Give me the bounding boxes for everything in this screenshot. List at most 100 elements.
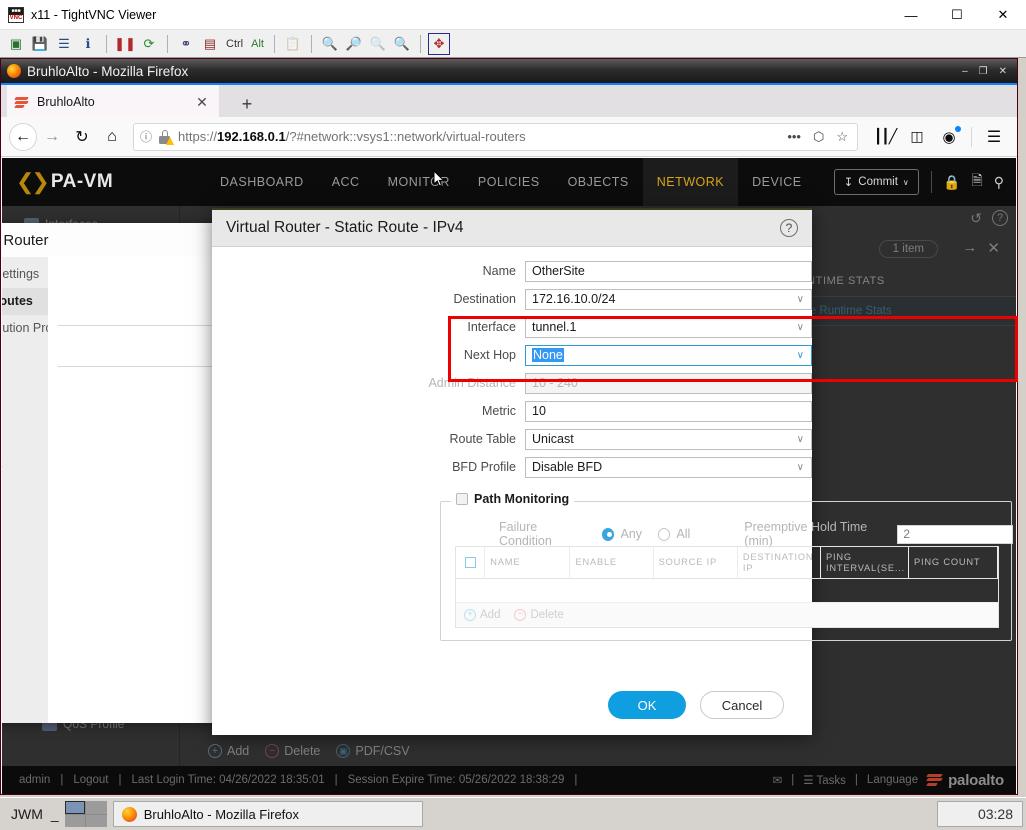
firefox-maximize-button[interactable]: ❐ <box>979 66 988 77</box>
forward-button[interactable]: → <box>37 122 67 152</box>
zoom-auto-icon[interactable]: 🔍 <box>391 33 413 55</box>
sidebar-icon[interactable]: ◫ <box>902 122 932 152</box>
page-actions-icon[interactable]: ••• <box>784 129 804 144</box>
vnc-close-button[interactable]: ✕ <box>980 0 1026 30</box>
library-icon[interactable]: ┃┃╱ <box>870 122 900 152</box>
home-button[interactable]: ⌂ <box>97 122 127 152</box>
zoom-100-icon[interactable]: 🔍 <box>367 33 389 55</box>
nav-tab-network[interactable]: NETWORK <box>642 158 739 206</box>
pm-delete-button[interactable]: − Delete <box>514 609 564 621</box>
metric-input[interactable]: 10 <box>525 400 812 422</box>
insecure-lock-icon[interactable] <box>158 129 175 145</box>
pause-icon[interactable]: ❚❚ <box>114 33 136 55</box>
firefox-minimize-button[interactable]: – <box>962 66 968 77</box>
zoom-out-icon[interactable]: 🔎 <box>343 33 365 55</box>
vnc-minimize-button[interactable]: — <box>888 0 934 30</box>
column-header-ping-count[interactable]: PING COUNT <box>909 547 998 578</box>
vr-nav-bgp[interactable]: BGP <box>2 423 48 450</box>
page-info-icon[interactable]: ⓘ <box>140 128 152 145</box>
nav-tab-acc[interactable]: ACC <box>318 158 374 206</box>
column-header-source-ip[interactable]: SOURCE IP <box>654 547 738 578</box>
commit-button[interactable]: ↧ Commit ∨ <box>833 169 919 195</box>
url-bar[interactable]: ⓘ https://192.168.0.1/?#network::vsys1::… <box>133 122 858 151</box>
chevron-down-icon[interactable]: ∨ <box>797 294 804 305</box>
vr-nav-redistribution-profile[interactable]: Redistribution Profile <box>2 315 68 342</box>
chevron-down-icon[interactable]: ∨ <box>797 462 804 473</box>
back-button[interactable]: ← <box>9 122 37 151</box>
bookmark-star-icon[interactable]: ☆ <box>833 129 851 145</box>
bfd-profile-select[interactable]: Disable BFD ∨ <box>525 456 812 478</box>
save-session-icon[interactable]: 💾 <box>29 33 51 55</box>
close-tab-icon[interactable]: ✕ <box>193 94 211 111</box>
vnc-maximize-button[interactable]: ☐ <box>934 0 980 30</box>
vr-nav-rip[interactable]: RIP <box>2 342 48 369</box>
path-monitoring-legend[interactable]: Path Monitoring <box>451 492 575 506</box>
nav-tab-dashboard[interactable]: DASHBOARD <box>206 158 318 206</box>
nav-tab-policies[interactable]: POLICIES <box>464 158 554 206</box>
firefox-close-button[interactable]: ✕ <box>999 66 1007 77</box>
ctrl-key-button[interactable]: Ctrl <box>223 38 246 50</box>
new-connection-icon[interactable]: ▣ <box>5 33 27 55</box>
new-tab-button[interactable]: + <box>233 91 261 117</box>
workspace-4[interactable] <box>86 814 107 827</box>
app-menu-button[interactable]: ☰ <box>979 122 1009 152</box>
zoom-in-icon[interactable]: 🔍 <box>319 33 341 55</box>
preemptive-hold-time-input[interactable]: 2 <box>897 524 1014 544</box>
chevron-down-icon[interactable]: ∨ <box>797 322 804 333</box>
connection-info-icon[interactable]: ℹ <box>77 33 99 55</box>
search-icon[interactable]: ⚲ <box>994 174 1004 191</box>
chevron-down-icon[interactable]: ∨ <box>797 434 804 445</box>
connection-options-icon[interactable]: ☰ <box>53 33 75 55</box>
failure-condition-all-radio[interactable] <box>658 527 671 541</box>
workspace-2[interactable] <box>86 801 107 814</box>
interface-select[interactable]: tunnel.1 ∨ <box>525 316 812 338</box>
fullscreen-icon[interactable]: ✥ <box>427 32 450 55</box>
route-table-select[interactable]: Unicast ∨ <box>525 428 812 450</box>
admin-distance-input[interactable]: 10 - 240 <box>525 372 812 394</box>
vr-nav-router-settings[interactable]: Router Settings <box>2 261 48 288</box>
vr-nav-static-routes[interactable]: Static Routes <box>2 288 48 315</box>
vr-nav-ospfv3[interactable]: OSPFv3 <box>2 396 48 423</box>
nav-tab-device[interactable]: DEVICE <box>738 158 816 206</box>
workspace-pager[interactable] <box>64 801 107 827</box>
alt-key-button[interactable]: Alt <box>248 38 267 50</box>
workspace-1[interactable] <box>64 801 86 814</box>
column-header-ping-interval[interactable]: PING INTERVAL(SE... <box>821 547 910 578</box>
column-header-enable[interactable]: ENABLE <box>570 547 654 578</box>
column-header-destination-ip[interactable]: DESTINATION IP <box>738 547 822 578</box>
pm-add-button[interactable]: + Add <box>464 609 500 621</box>
select-all-cell[interactable] <box>456 547 486 578</box>
jwm-menu-button[interactable]: JWM <box>3 806 51 822</box>
select-all-checkbox[interactable] <box>464 557 476 568</box>
vr-nav-multicast[interactable]: Multicast <box>2 450 48 477</box>
tasks-button[interactable]: ☰ Tasks <box>803 773 846 787</box>
pocket-icon[interactable]: ⬡ <box>810 129 827 145</box>
nav-tab-monitor[interactable]: MONITOR <box>374 158 464 206</box>
mail-icon[interactable]: ✉ <box>773 773 783 787</box>
cancel-button[interactable]: Cancel <box>700 691 784 719</box>
chevron-down-icon[interactable]: ∨ <box>797 350 804 361</box>
path-monitoring-checkbox[interactable] <box>456 493 468 505</box>
send-ctrl-alt-del-icon[interactable]: ⚭ <box>175 33 197 55</box>
jwm-minimize-all-button[interactable]: _ <box>51 806 65 822</box>
browser-tab[interactable]: BruhloAlto ✕ <box>7 85 219 119</box>
vr-nav-ospf[interactable]: OSPF <box>2 369 48 396</box>
reload-button[interactable]: ↻ <box>67 122 97 152</box>
help-icon[interactable]: ? <box>780 219 798 237</box>
clipboard-icon[interactable]: 📋 <box>282 33 304 55</box>
logout-link[interactable]: Logout <box>68 774 113 786</box>
column-header-name[interactable]: NAME <box>485 547 571 578</box>
failure-condition-any-radio[interactable] <box>602 527 615 541</box>
nav-tab-objects[interactable]: OBJECTS <box>554 158 643 206</box>
config-save-icon[interactable]: 🗎 <box>971 170 982 194</box>
language-button[interactable]: Language <box>867 774 918 786</box>
ok-button[interactable]: OK <box>608 691 686 719</box>
send-keys-icon[interactable]: ▤ <box>199 33 221 55</box>
refresh-icon[interactable]: ⟳ <box>138 33 160 55</box>
workspace-3[interactable] <box>64 814 86 827</box>
name-input[interactable]: OtherSite <box>525 260 812 282</box>
taskbar-window-button[interactable]: BruhloAlto - Mozilla Firefox <box>112 801 423 827</box>
config-lock-icon[interactable]: 🔒 <box>943 174 960 191</box>
next-hop-select[interactable]: None ∨ <box>525 344 812 366</box>
destination-select[interactable]: 172.16.10.0/24 ∨ <box>525 288 812 310</box>
